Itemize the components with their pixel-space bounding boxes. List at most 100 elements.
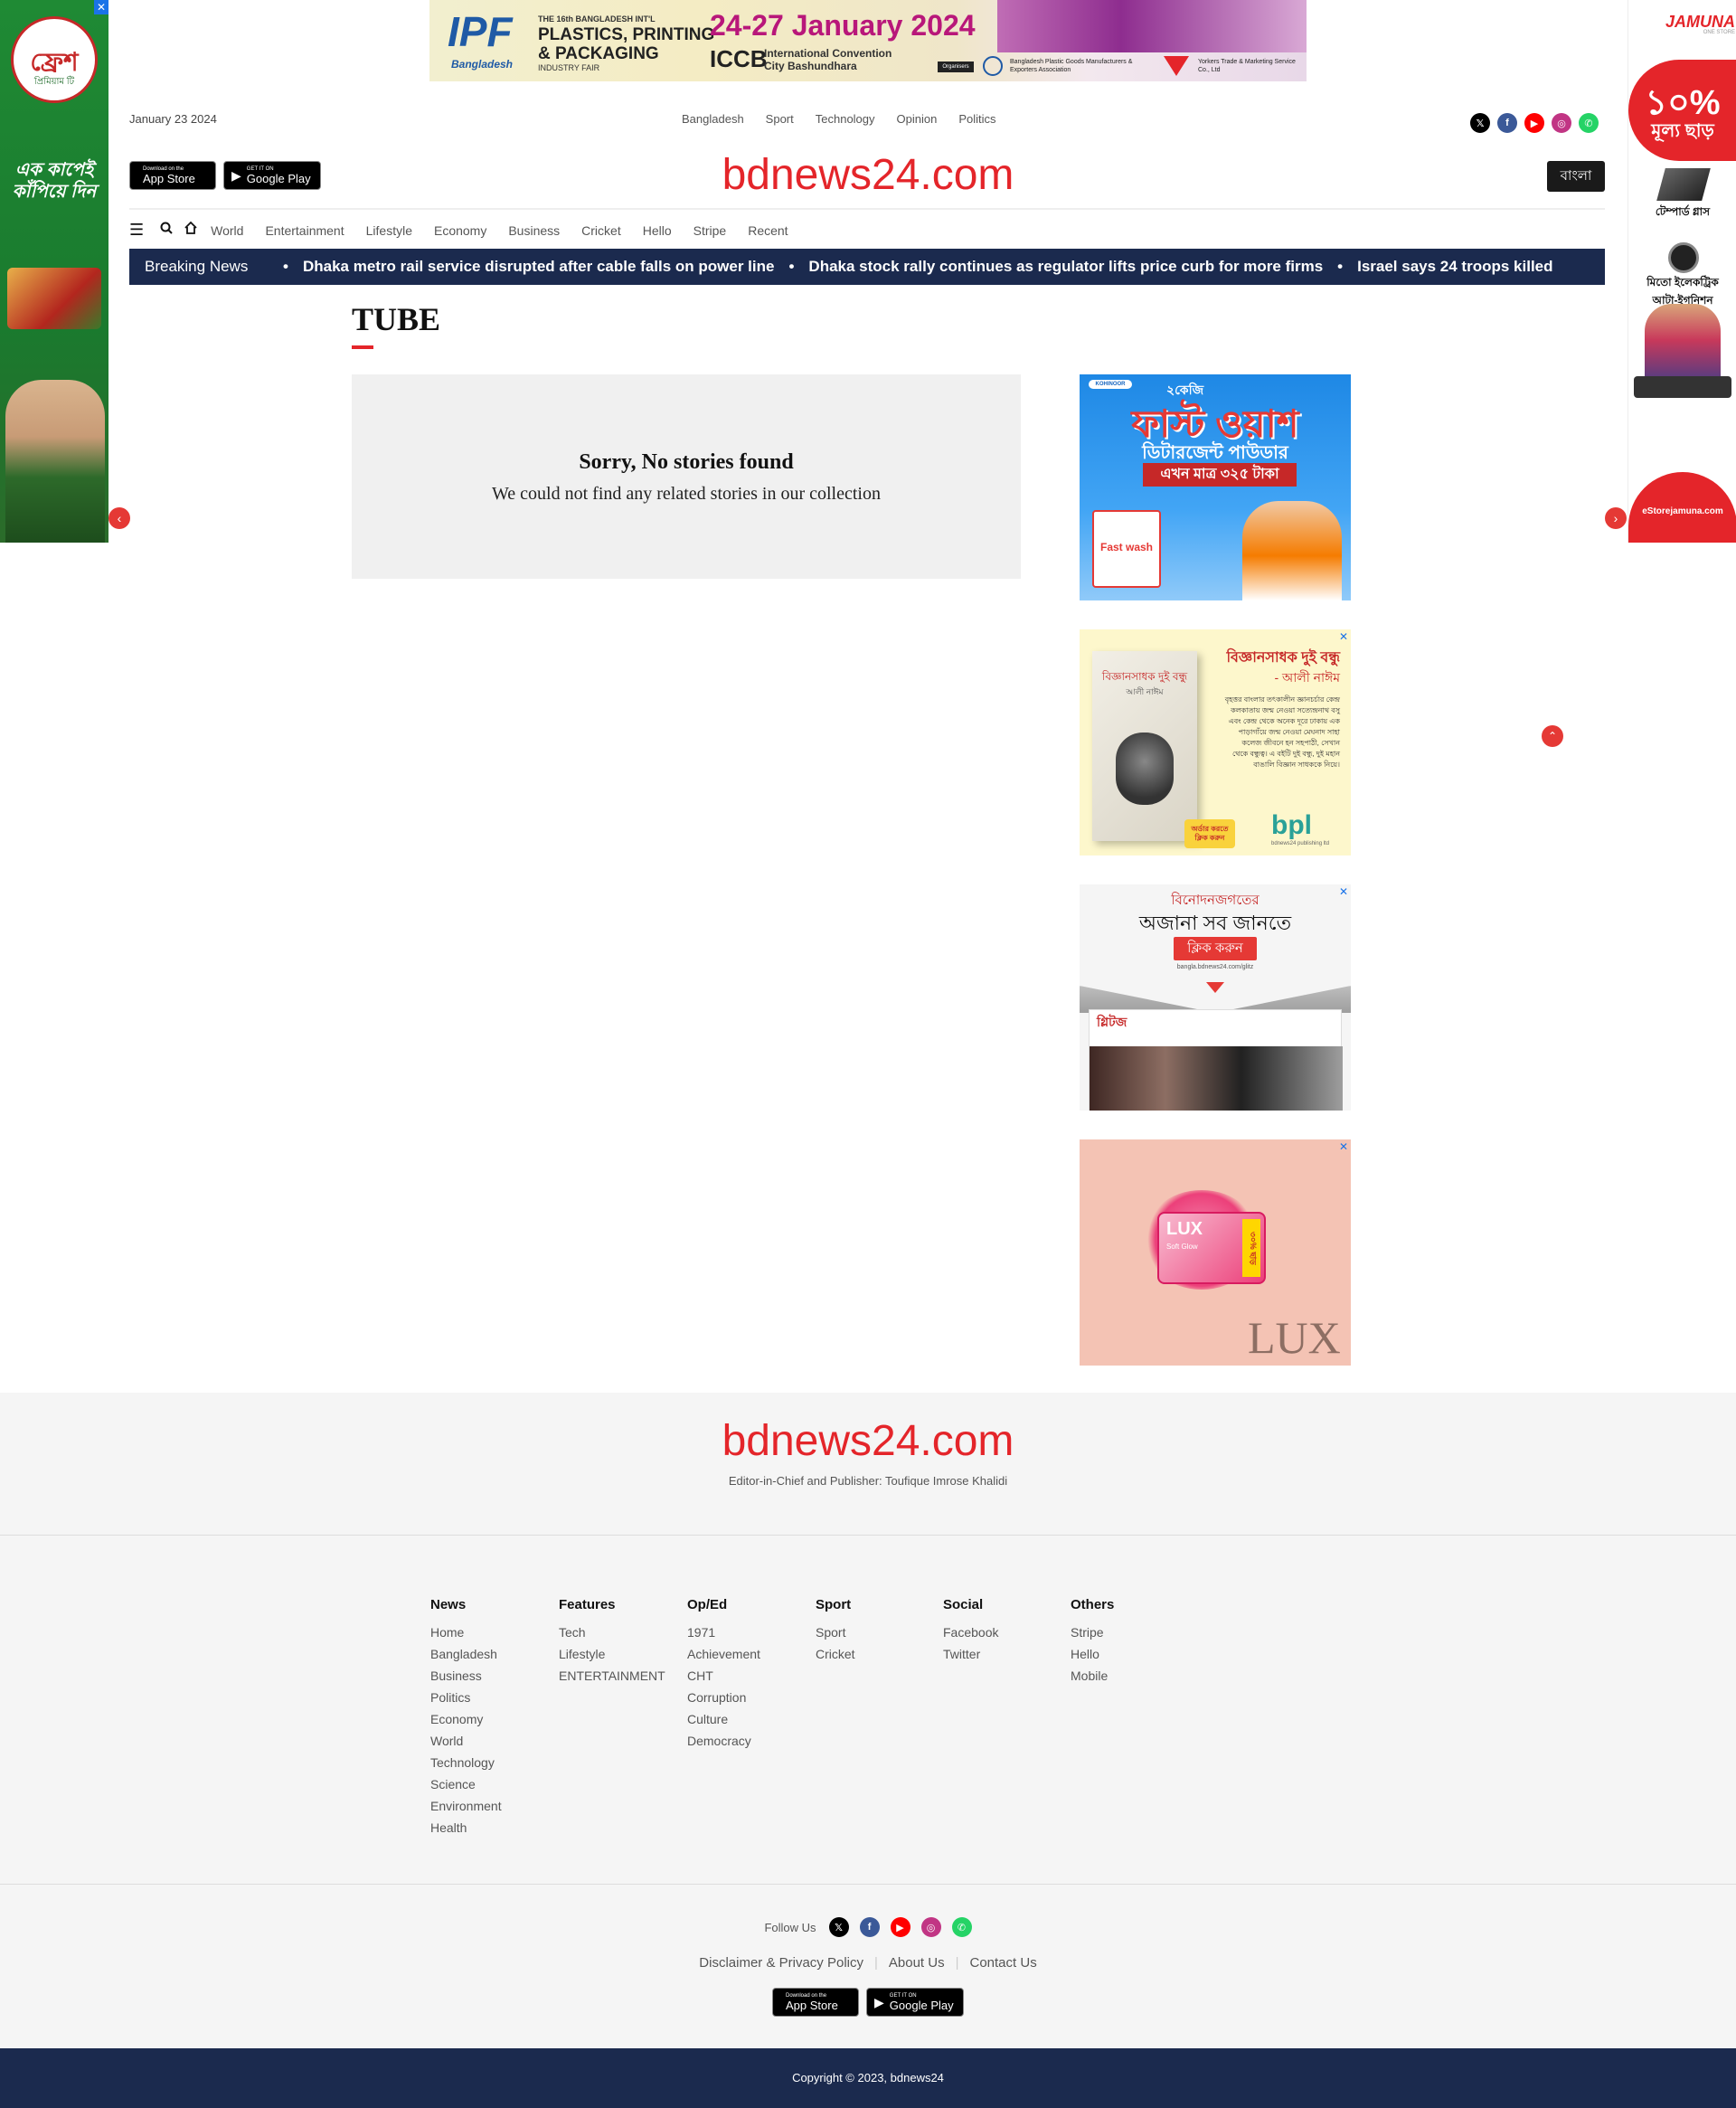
footer-link[interactable]: Business <box>430 1665 502 1687</box>
top-banner-ad[interactable]: IPF Bangladesh THE 16th BANGLADESH INT'L… <box>429 0 1307 81</box>
search-icon[interactable] <box>160 222 173 239</box>
footer-link[interactable]: Health <box>430 1817 502 1839</box>
about-link[interactable]: About Us <box>889 1955 945 1971</box>
x-icon[interactable]: 𝕏 <box>1470 113 1490 133</box>
top-nav: Bangladesh Sport Technology Opinion Poli… <box>682 112 1018 126</box>
topnav-bangladesh[interactable]: Bangladesh <box>682 112 744 126</box>
language-button[interactable]: বাংলা <box>1547 161 1605 192</box>
footer-link[interactable]: Home <box>430 1621 502 1643</box>
banner-venue-short: ICCB <box>710 45 768 72</box>
footer-link[interactable]: Hello <box>1071 1643 1114 1665</box>
footer-app-store-button[interactable]: Download on the App Store <box>772 1988 859 2017</box>
site-logo[interactable]: bdnews24.com <box>687 150 1049 200</box>
whatsapp-icon[interactable]: ✆ <box>951 1917 972 1937</box>
nav-lifestyle[interactable]: Lifestyle <box>366 223 412 238</box>
ad2-publisher: bpl <box>1271 810 1312 840</box>
footer-col-heading: Features <box>559 1597 616 1612</box>
sidebar-ad-detergent[interactable]: KOHINOOR ২কেজি ফাস্ট ওয়াশ ডিটারজেন্ট পা… <box>1080 374 1351 600</box>
footer-link[interactable]: Science <box>430 1773 502 1795</box>
footer-link[interactable]: Twitter <box>943 1643 998 1665</box>
contact-link[interactable]: Contact Us <box>970 1955 1037 1971</box>
footer-link[interactable]: Stripe <box>1071 1621 1114 1643</box>
sidebar-ad-book[interactable]: ✕ বিজ্ঞানসাধক দুই বন্ধু আলী নাঈম বিজ্ঞান… <box>1080 629 1351 855</box>
nav-hello[interactable]: Hello <box>643 223 672 238</box>
ad1-pack: Fast wash <box>1092 510 1161 588</box>
footer-link[interactable]: World <box>430 1730 502 1752</box>
facebook-icon[interactable]: f <box>1497 113 1517 133</box>
estore-badge: eStorejamuna.com <box>1628 472 1736 543</box>
footer-link[interactable]: 1971 <box>687 1621 760 1643</box>
footer-link[interactable]: CHT <box>687 1665 760 1687</box>
ad-close-icon[interactable]: ✕ <box>1336 629 1351 644</box>
divider: | <box>873 1955 878 1971</box>
footer-link[interactable]: ENTERTAINMENT <box>559 1665 665 1687</box>
ad2-body: বৃহত্তর বাংলার তৎকালীন জ্ঞানচর্চার কেন্দ… <box>1224 695 1340 769</box>
scroll-top-icon[interactable]: ⌃ <box>1542 725 1563 747</box>
right-skin-ad[interactable]: JAMUNA ONE STORE ১০% মূল্য ছাড় টেম্পার্… <box>1628 0 1736 543</box>
footer-link[interactable]: Politics <box>430 1687 502 1708</box>
nav-entertainment[interactable]: Entertainment <box>265 223 344 238</box>
privacy-link[interactable]: Disclaimer & Privacy Policy <box>699 1955 863 1971</box>
left-arrow-icon[interactable]: ‹ <box>108 507 130 529</box>
app-store-label: App Store <box>786 1998 838 2012</box>
footer-link[interactable]: Technology <box>430 1752 502 1773</box>
footer-link[interactable]: Mobile <box>1071 1665 1114 1687</box>
ticker-item[interactable]: Dhaka metro rail service disrupted after… <box>303 249 775 285</box>
topnav-opinion[interactable]: Opinion <box>897 112 938 126</box>
jamuna-sub: ONE STORE <box>1703 30 1735 35</box>
footer-link[interactable]: Cricket <box>816 1643 855 1665</box>
footer-link[interactable]: Lifestyle <box>559 1643 665 1665</box>
left-skin-ad[interactable]: ফ্রেশ প্রিমিয়াম টি এক কাপেই কাঁপিয়ে দি… <box>0 0 108 543</box>
sidebar-ad-glitz[interactable]: ✕ বিনোদনজগতের অজানা সব জানতে ক্লিক করুন … <box>1080 884 1351 1111</box>
empty-heading: Sorry, No stories found <box>579 450 794 474</box>
ticker-item[interactable]: Israel says 24 troops killed <box>1357 249 1552 285</box>
facebook-icon[interactable]: f <box>859 1917 880 1937</box>
google-play-button[interactable]: ▶ GET IT ON Google Play <box>223 161 321 190</box>
footer-link[interactable]: Sport <box>816 1621 855 1643</box>
footer-link[interactable]: Facebook <box>943 1621 998 1643</box>
youtube-icon[interactable]: ▶ <box>890 1917 910 1937</box>
ad3-url: bangla.bdnews24.com/glitz <box>1176 964 1254 970</box>
footer-link[interactable]: Economy <box>430 1708 502 1730</box>
nav-recent[interactable]: Recent <box>748 223 788 238</box>
footer-link[interactable]: Democracy <box>687 1730 760 1752</box>
nav-cricket[interactable]: Cricket <box>581 223 621 238</box>
home-icon[interactable] <box>184 221 198 240</box>
right-arrow-icon[interactable]: › <box>1605 507 1627 529</box>
footer-link[interactable]: Achievement <box>687 1643 760 1665</box>
nav-stripe[interactable]: Stripe <box>693 223 727 238</box>
hamburger-icon[interactable]: ☰ <box>129 221 144 240</box>
nav-business[interactable]: Business <box>508 223 560 238</box>
footer-logo[interactable]: bdnews24.com <box>0 1416 1736 1466</box>
ticker-item[interactable]: Dhaka stock rally continues as regulator… <box>808 249 1323 285</box>
topnav-politics[interactable]: Politics <box>958 112 995 126</box>
footer-google-play-button[interactable]: ▶ GET IT ON Google Play <box>866 1988 964 2017</box>
footer-link[interactable]: Tech <box>559 1621 665 1643</box>
nav-economy[interactable]: Economy <box>434 223 486 238</box>
ad2-publisher-sub: bdnews24 publishing ltd <box>1271 841 1330 846</box>
ad-close-icon[interactable]: ✕ <box>1336 1139 1351 1154</box>
footer-link[interactable]: Corruption <box>687 1687 760 1708</box>
whatsapp-icon[interactable]: ✆ <box>1579 113 1599 133</box>
footer-link[interactable]: Bangladesh <box>430 1643 502 1665</box>
ipf-logo: IPF <box>448 8 513 55</box>
sidebar-ad-lux[interactable]: ✕ LUX Soft Glow ৩০% ছাড় LUX <box>1080 1139 1351 1366</box>
book-portrait-image <box>1116 733 1174 805</box>
instagram-icon[interactable]: ◎ <box>1552 113 1571 133</box>
footer-bottom: Follow Us 𝕏 f ▶ ◎ ✆ Disclaimer & Privacy… <box>0 1885 1736 2048</box>
ad-close-icon[interactable]: ✕ <box>94 0 108 14</box>
youtube-icon[interactable]: ▶ <box>1524 113 1544 133</box>
divider: | <box>955 1955 959 1971</box>
nav-world[interactable]: World <box>211 223 243 238</box>
instagram-icon[interactable]: ◎ <box>920 1917 941 1937</box>
app-store-button[interactable]: Download on the App Store <box>129 161 216 190</box>
topnav-technology[interactable]: Technology <box>816 112 875 126</box>
glitz-screenshot-image: গ্লিটজ <box>1089 1009 1343 1111</box>
x-icon[interactable]: 𝕏 <box>828 1917 849 1937</box>
jamuna-brand: JAMUNA <box>1665 13 1735 31</box>
footer-col-social: Social Facebook Twitter <box>943 1597 998 1665</box>
footer-link[interactable]: Culture <box>687 1708 760 1730</box>
topnav-sport[interactable]: Sport <box>766 112 794 126</box>
footer-link[interactable]: Environment <box>430 1795 502 1817</box>
book-cover-title: বিজ্ঞানসাধক দুই বন্ধু <box>1101 670 1188 683</box>
